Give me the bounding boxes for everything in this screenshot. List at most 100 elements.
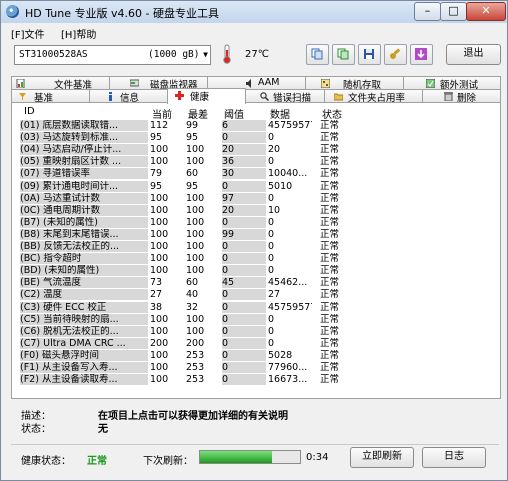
attr-data: 20 bbox=[268, 144, 281, 156]
table-row[interactable]: (BC) 指令超时 100 100 0 0 正常 bbox=[20, 253, 350, 265]
table-row[interactable]: (F1) 从主设备写入寿... 100 253 0 77960... 正常 bbox=[20, 362, 350, 373]
table-row[interactable]: (C7) Ultra DMA CRC ... 200 200 0 0 正常 bbox=[20, 337, 350, 349]
col-header-data[interactable]: 数据 bbox=[270, 106, 290, 121]
info-box: 描述： 在项目上点击可以获得更加详细的有关说明 状态： 无 bbox=[11, 401, 499, 443]
tab-health[interactable]: 健康 bbox=[167, 88, 246, 104]
health-status-label: 健康状态： bbox=[21, 456, 71, 467]
tab-extra-tests[interactable]: 额外测试 bbox=[403, 76, 501, 91]
table-row[interactable]: (C6) 脱机无法校正的... 100 100 0 0 正常 bbox=[20, 325, 350, 337]
col-header-worst[interactable]: 最差 bbox=[188, 106, 208, 121]
table-row[interactable]: (B7) (未知的属性) 100 100 0 0 正常 bbox=[20, 216, 350, 228]
attr-status: 正常 bbox=[320, 132, 340, 144]
tab-folder-usage[interactable]: 文件夹占用率 bbox=[324, 89, 423, 104]
col-header-current[interactable]: 当前 bbox=[152, 106, 172, 121]
table-row[interactable]: (C3) 硬件 ECC 校正 38 32 0 45759577 正常 bbox=[20, 301, 350, 313]
attr-current: 100 bbox=[150, 156, 169, 168]
table-row[interactable]: (B8) 末尾到末尾错误... 100 100 99 0 正常 bbox=[20, 228, 350, 240]
attr-current: 200 bbox=[150, 337, 169, 349]
table-row[interactable]: (04) 马达启动/停止计... 100 100 20 20 正常 bbox=[20, 144, 350, 156]
table-row[interactable]: (05) 重映射扇区计数 ... 100 100 36 0 正常 bbox=[20, 156, 350, 168]
attr-data: 0 bbox=[268, 337, 275, 349]
attr-status: 正常 bbox=[320, 289, 340, 301]
attr-id-name: (C3) 硬件 ECC 校正 bbox=[20, 301, 148, 313]
attr-worst: 100 bbox=[186, 253, 205, 265]
health-panel: ID 当前 最差 阈值 数据 状态 (01) 底层数据读取错... 112 99 6 4… bbox=[11, 102, 501, 399]
attr-worst: 100 bbox=[186, 313, 205, 325]
table-row[interactable]: (F0) 磁头悬浮时间 100 253 0 5028 正常 bbox=[20, 349, 350, 361]
attr-current: 100 bbox=[150, 374, 169, 386]
attr-threshold: 0 bbox=[222, 216, 266, 228]
app-window: HD Tune 专业版 v4.60 - 硬盘专业工具 – □ ✕ [F]文件 [… bbox=[0, 0, 508, 481]
attr-threshold: 0 bbox=[222, 180, 266, 192]
menu-file[interactable]: [F]文件 bbox=[11, 26, 45, 41]
table-row[interactable]: (BD) (未知的属性) 100 100 0 0 正常 bbox=[20, 265, 350, 277]
table-row[interactable]: (F2) 从主设备读取寿... 100 253 0 16673... 正常 bbox=[20, 374, 350, 386]
table-row[interactable]: (09) 累计通电时间计... 95 95 0 5010 正常 bbox=[20, 180, 350, 192]
tab-erase[interactable]: 删除 bbox=[422, 89, 501, 104]
download-button[interactable] bbox=[410, 44, 433, 65]
copy-screenshot-button[interactable] bbox=[332, 44, 355, 65]
menu-help[interactable]: [H]帮助 bbox=[61, 26, 96, 41]
attr-current: 100 bbox=[150, 241, 169, 252]
table-row[interactable]: (BE) 气流温度 73 60 45 45462... 正常 bbox=[20, 277, 350, 289]
attr-id-name: (C7) Ultra DMA CRC ... bbox=[20, 337, 148, 349]
table-row[interactable]: (01) 底层数据读取错... 112 99 6 45759577 正常 bbox=[20, 120, 350, 131]
drive-size: (1000 gB) bbox=[148, 49, 200, 60]
attr-status: 正常 bbox=[320, 241, 340, 252]
table-row[interactable]: (BB) 反馈无法校正的... 100 100 0 0 正常 bbox=[20, 241, 350, 252]
tab-random-access[interactable]: 随机存取 bbox=[305, 76, 404, 91]
attr-current: 100 bbox=[150, 228, 169, 240]
tab-label: AAM bbox=[258, 77, 280, 88]
table-row[interactable]: (0C) 通电周期计数 100 100 20 10 正常 bbox=[20, 204, 350, 216]
description-value: 在项目上点击可以获得更加详细的有关说明 bbox=[98, 411, 288, 422]
col-header-status[interactable]: 状态 bbox=[322, 106, 342, 121]
options-button[interactable] bbox=[384, 44, 407, 65]
tab-info[interactable]: 信息 bbox=[89, 89, 168, 104]
title-bar[interactable]: HD Tune 专业版 v4.60 - 硬盘专业工具 – □ ✕ bbox=[1, 1, 507, 23]
attr-id-name: (F0) 磁头悬浮时间 bbox=[20, 349, 148, 361]
maximize-button[interactable]: □ bbox=[440, 2, 467, 21]
attr-threshold: 20 bbox=[222, 144, 266, 156]
attr-status: 正常 bbox=[320, 313, 340, 325]
col-header-threshold[interactable]: 阈值 bbox=[224, 106, 244, 121]
save-button[interactable] bbox=[358, 44, 381, 65]
refresh-progress-fill bbox=[200, 451, 272, 463]
attr-data: 45462... bbox=[268, 277, 308, 289]
table-row[interactable]: (03) 马达旋转到标准... 95 95 0 0 正常 bbox=[20, 132, 350, 144]
drive-select[interactable]: ST31000528AS (1000 gB) ▼ bbox=[14, 45, 211, 65]
wrench-icon bbox=[390, 48, 401, 59]
attr-id-name: (04) 马达启动/停止计... bbox=[20, 144, 148, 156]
attr-status: 正常 bbox=[320, 120, 340, 131]
attr-worst: 60 bbox=[186, 168, 199, 180]
attr-worst: 100 bbox=[186, 325, 205, 337]
copy-text-button[interactable] bbox=[306, 44, 329, 65]
refresh-now-button[interactable]: 立即刷新 bbox=[350, 447, 414, 468]
attr-threshold: 0 bbox=[222, 337, 266, 349]
table-row[interactable]: (C2) 温度 27 40 0 27 正常 bbox=[20, 289, 350, 301]
attr-worst: 100 bbox=[186, 156, 205, 168]
attr-id-name: (BD) (未知的属性) bbox=[20, 265, 148, 277]
attr-status: 正常 bbox=[320, 265, 340, 277]
col-header-id[interactable]: ID bbox=[24, 106, 35, 119]
tab-file-benchmark[interactable]: 文件基准 bbox=[11, 76, 110, 91]
table-row[interactable]: (0A) 马达重试计数 100 100 97 0 正常 bbox=[20, 192, 350, 204]
table-row[interactable]: (07) 寻道错误率 79 60 30 10040... 正常 bbox=[20, 168, 350, 180]
log-button[interactable]: 日志 bbox=[422, 447, 486, 468]
attr-id-name: (F1) 从主设备写入寿... bbox=[20, 362, 148, 373]
benchmark-icon bbox=[19, 93, 26, 100]
attr-data: 10040... bbox=[268, 168, 308, 180]
attr-threshold: 0 bbox=[222, 349, 266, 361]
disk-monitor-icon bbox=[130, 79, 139, 87]
attr-worst: 200 bbox=[186, 337, 205, 349]
info-icon bbox=[109, 92, 112, 101]
table-row[interactable]: (C5) 当前待映射的扇... 100 100 0 0 正常 bbox=[20, 313, 350, 325]
minimize-button[interactable]: – bbox=[414, 2, 441, 21]
tab-benchmark[interactable]: 基准 bbox=[11, 89, 90, 104]
attr-threshold: 30 bbox=[222, 168, 266, 180]
close-button[interactable]: ✕ bbox=[466, 2, 506, 21]
tab-error-scan[interactable]: 错误扫描 bbox=[245, 89, 325, 104]
app-icon bbox=[6, 5, 19, 18]
attr-status: 正常 bbox=[320, 253, 340, 265]
exit-button[interactable]: 退出 bbox=[446, 44, 501, 65]
attr-status: 正常 bbox=[320, 337, 340, 349]
